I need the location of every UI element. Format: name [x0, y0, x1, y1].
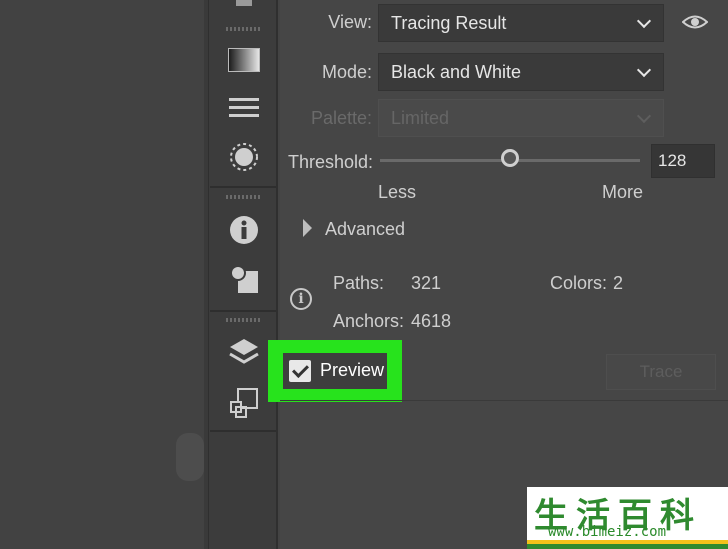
- advanced-toggle[interactable]: Advanced: [325, 219, 405, 240]
- paths-label: Paths:: [333, 273, 385, 293]
- chevron-down-icon: [636, 108, 652, 124]
- palette-dropdown: Limited: [378, 99, 664, 137]
- paths-value: 321: [411, 273, 442, 293]
- view-dropdown[interactable]: Tracing Result: [378, 4, 664, 42]
- strip-grip[interactable]: [226, 318, 260, 322]
- colors-value: 2: [613, 273, 624, 293]
- threshold-slider-knob[interactable]: [501, 149, 519, 167]
- view-value: Tracing Result: [391, 13, 507, 33]
- anchors-value: 4618: [411, 311, 452, 331]
- transform-icon[interactable]: [224, 382, 264, 422]
- preview-checkbox[interactable]: [289, 360, 311, 382]
- top-partial-icon[interactable]: [236, 0, 252, 6]
- panel-divider: [280, 400, 728, 401]
- threshold-label: Threshold:: [288, 152, 374, 172]
- eye-icon[interactable]: [681, 11, 709, 38]
- trace-button[interactable]: Trace: [606, 354, 716, 390]
- palette-value: Limited: [391, 108, 450, 128]
- strip-separator: [210, 186, 276, 188]
- watermark-bar: [527, 544, 728, 549]
- preview-label[interactable]: Preview: [320, 360, 384, 381]
- info-icon[interactable]: [224, 210, 264, 250]
- chevron-down-icon: [636, 62, 652, 78]
- shape-builder-icon[interactable]: [224, 259, 264, 299]
- mode-label: Mode:: [321, 62, 372, 82]
- canvas-scrollbar[interactable]: [176, 433, 204, 481]
- slider-max-label: More: [602, 182, 644, 202]
- slider-min-label: Less: [378, 182, 417, 202]
- chevron-down-icon: [636, 13, 652, 29]
- gradient-icon[interactable]: [224, 40, 264, 80]
- strip-separator: [210, 310, 276, 312]
- strip-grip[interactable]: [226, 195, 260, 199]
- colors-label: Colors:: [550, 273, 608, 293]
- strip-separator: [210, 430, 276, 432]
- anchors-label: Anchors:: [333, 311, 405, 331]
- watermark-url: www.bimeiz.com: [548, 524, 667, 540]
- info-icon: i: [290, 288, 312, 310]
- mode-dropdown[interactable]: Black and White: [378, 53, 664, 91]
- disclosure-triangle-icon[interactable]: [303, 219, 312, 237]
- layers-icon[interactable]: [224, 332, 264, 372]
- stroke-lines-icon[interactable]: [224, 88, 264, 128]
- palette-label: Palette:: [310, 108, 372, 128]
- mode-value: Black and White: [391, 62, 522, 82]
- view-label: View:: [328, 12, 372, 32]
- appearance-circle-icon[interactable]: [224, 137, 264, 177]
- strip-grip[interactable]: [226, 27, 260, 31]
- threshold-input[interactable]: 128: [651, 144, 715, 178]
